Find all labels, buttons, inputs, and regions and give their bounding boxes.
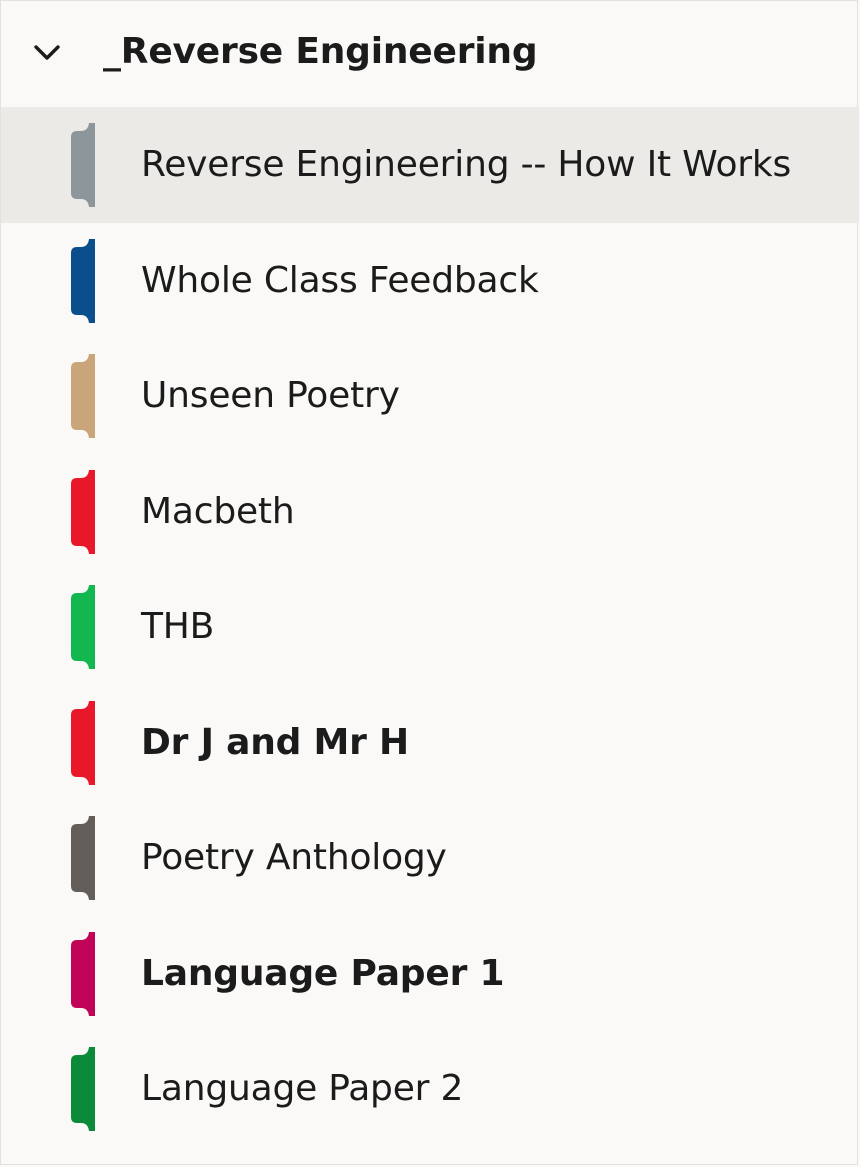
section-item[interactable]: Unseen Poetry xyxy=(1,338,859,454)
section-item[interactable]: Macbeth xyxy=(1,454,859,570)
section-tab-icon xyxy=(69,238,97,323)
section-tab-icon xyxy=(69,1047,97,1131)
section-group-header[interactable]: _Reverse Engineering xyxy=(1,1,859,105)
section-item[interactable]: Language Paper 1 xyxy=(1,916,859,1032)
chevron-down-icon[interactable] xyxy=(31,39,63,67)
section-tab-icon xyxy=(69,469,97,554)
section-tab-icon xyxy=(69,931,97,1016)
section-tab-icon xyxy=(69,816,97,900)
section-label: THB xyxy=(141,606,215,647)
section-tab-icon xyxy=(69,123,97,207)
section-item[interactable]: Reverse Engineering -- How It Works xyxy=(1,107,859,223)
notebook-section-pane: _Reverse Engineering Reverse Engineering… xyxy=(0,0,859,1165)
section-item[interactable]: Whole Class Feedback xyxy=(1,223,859,339)
section-label: Unseen Poetry xyxy=(141,375,400,416)
section-label: Reverse Engineering -- How It Works xyxy=(141,144,792,185)
section-tab-icon xyxy=(69,700,97,785)
section-tab-icon xyxy=(69,585,97,669)
section-label: Whole Class Feedback xyxy=(141,259,539,301)
section-group-title: _Reverse Engineering xyxy=(103,31,538,72)
section-item[interactable]: Dr J and Mr H xyxy=(1,685,859,801)
section-label: Language Paper 2 xyxy=(141,1068,464,1109)
section-label: Language Paper 1 xyxy=(141,952,505,994)
section-label: Dr J and Mr H xyxy=(141,721,409,763)
section-label: Poetry Anthology xyxy=(141,837,447,878)
section-tab-icon xyxy=(69,354,97,438)
section-label: Macbeth xyxy=(141,490,295,532)
section-item[interactable]: Language Paper 2 xyxy=(1,1031,859,1147)
section-item[interactable]: Poetry Anthology xyxy=(1,800,859,916)
section-list: Reverse Engineering -- How It Works Whol… xyxy=(1,107,859,1147)
section-item[interactable]: THB xyxy=(1,569,859,685)
